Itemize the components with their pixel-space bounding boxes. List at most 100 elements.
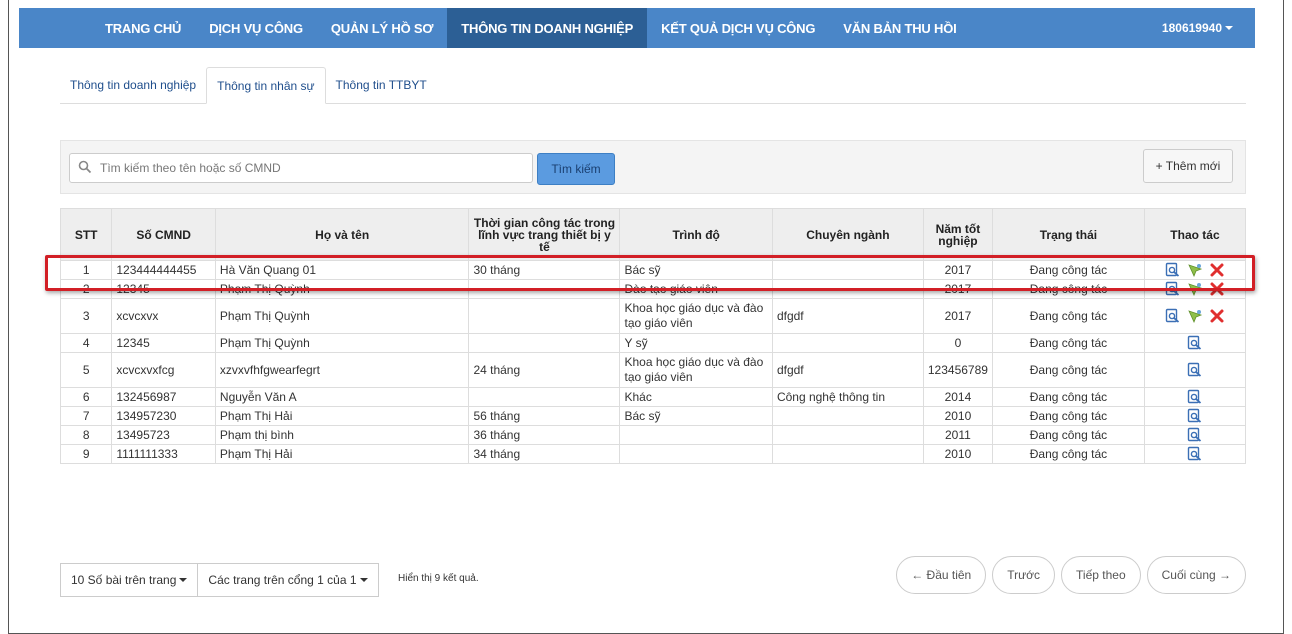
edit-icon[interactable]	[1187, 262, 1203, 278]
paging-controls: 10 Số bài trên trang Các trang trên cổng…	[60, 563, 379, 597]
cell-name: xzvxvfhfgwearfegrt	[214, 352, 470, 388]
cell-name: Nguyễn Văn A	[214, 387, 470, 407]
cell-actions	[1143, 387, 1247, 407]
cell-cmnd: xcvcxvxfcg	[111, 352, 216, 388]
col-header-name[interactable]: Họ và tên	[214, 208, 470, 261]
top-nav: TRANG CHỦ DỊCH VỤ CÔNG QUẢN LÝ HỒ SƠ THÔ…	[19, 8, 1255, 48]
cell-stt: 9	[59, 444, 113, 464]
cell-cmnd: 123444444455	[111, 260, 216, 280]
col-header-stt[interactable]: STT	[59, 208, 113, 261]
cell-level	[619, 425, 773, 445]
table-row: 3 xcvcxvx Phạm Thị Quỳnh Khoa học giáo dục …	[59, 298, 1247, 334]
cell-major	[771, 260, 924, 280]
cell-cmnd: xcvcxvx	[111, 298, 216, 334]
tab-personnel-info[interactable]: Thông tin nhân sự	[206, 67, 326, 104]
cell-grad-year: 2011	[922, 425, 993, 445]
cell-work-time: 24 tháng	[468, 352, 621, 388]
cell-name: Hà Văn Quang 01	[214, 260, 470, 280]
delete-icon[interactable]	[1209, 281, 1225, 297]
page-select[interactable]: Các trang trên cổng 1 của 1	[198, 563, 379, 597]
cell-major	[771, 406, 924, 426]
first-page-button[interactable]: ← Đầu tiên	[896, 556, 987, 594]
cell-grad-year: 2017	[922, 279, 993, 299]
cell-grad-year: 123456789	[922, 352, 993, 388]
cell-grad-year: 2010	[922, 406, 993, 426]
view-details-icon[interactable]	[1165, 308, 1181, 324]
col-header-work-time[interactable]: Thời gian công tác trong lĩnh vực trang …	[468, 208, 621, 261]
view-details-icon[interactable]	[1165, 262, 1181, 278]
cell-status: Đang công tác	[991, 406, 1145, 426]
table-row: 1 123444444455 Hà Văn Quang 01 30 tháng Bác …	[59, 260, 1247, 280]
cell-work-time	[468, 387, 621, 407]
row-actions	[1149, 362, 1241, 378]
cell-cmnd: 12345	[111, 279, 216, 299]
cell-major	[771, 279, 924, 299]
view-details-icon[interactable]	[1187, 427, 1203, 443]
cell-name: Phạm Thị Quỳnh	[214, 298, 470, 334]
cell-status: Đang công tác	[991, 298, 1145, 334]
cell-grad-year: 0	[922, 333, 993, 353]
view-details-icon[interactable]	[1165, 281, 1181, 297]
edit-icon[interactable]	[1187, 308, 1203, 324]
cell-cmnd: 13495723	[111, 425, 216, 445]
cell-name: Phạm Thị Hải	[214, 406, 470, 426]
col-header-status[interactable]: Trạng thái	[991, 208, 1145, 261]
chevron-down-icon	[1225, 26, 1233, 30]
cell-status: Đang công tác	[991, 425, 1145, 445]
search-icon	[78, 160, 94, 176]
cell-level: Khoa học giáo dục và đào tạo giáo viên	[619, 352, 773, 388]
tab-business-info[interactable]: Thông tin doanh nghiệp	[60, 67, 206, 103]
cell-stt: 8	[59, 425, 113, 445]
cell-grad-year: 2017	[922, 298, 993, 334]
cell-actions	[1143, 260, 1247, 280]
cell-actions	[1143, 425, 1247, 445]
nav-public-services[interactable]: DỊCH VỤ CÔNG	[195, 8, 317, 48]
search-button[interactable]: Tìm kiếm	[537, 153, 615, 185]
view-details-icon[interactable]	[1187, 362, 1203, 378]
cell-major	[771, 425, 924, 445]
view-details-icon[interactable]	[1187, 408, 1203, 424]
view-details-icon[interactable]	[1187, 446, 1203, 462]
nav-records[interactable]: QUẢN LÝ HỒ SƠ	[317, 8, 447, 48]
tab-equipment-info[interactable]: Thông tin TTBYT	[326, 67, 437, 103]
col-header-major[interactable]: Chuyên ngành	[771, 208, 924, 261]
page-size-select[interactable]: 10 Số bài trên trang	[60, 563, 199, 597]
prev-page-button[interactable]: Trước	[992, 556, 1056, 594]
view-details-icon[interactable]	[1187, 335, 1203, 351]
search-input[interactable]	[100, 161, 520, 175]
col-header-level[interactable]: Trình độ	[619, 208, 773, 261]
row-actions	[1149, 446, 1241, 462]
cell-stt: 6	[59, 387, 113, 407]
cell-grad-year: 2010	[922, 444, 993, 464]
cell-stt: 1	[59, 260, 113, 280]
personnel-table: STT Số CMND Họ và tên Thời gian công tác…	[59, 208, 1247, 464]
delete-icon[interactable]	[1209, 308, 1225, 324]
cell-stt: 2	[59, 279, 113, 299]
last-page-button[interactable]: Cuối cùng →	[1146, 556, 1246, 594]
nav-service-results[interactable]: KẾT QUẢ DỊCH VỤ CÔNG	[647, 8, 829, 48]
row-actions	[1149, 408, 1241, 424]
cell-work-time: 56 tháng	[468, 406, 621, 426]
view-details-icon[interactable]	[1187, 389, 1203, 405]
row-actions	[1149, 281, 1241, 297]
info-tabs: Thông tin doanh nghiệp Thông tin nhân sự…	[60, 67, 1246, 104]
next-page-button[interactable]: Tiếp theo	[1061, 556, 1141, 594]
page-size-label: 10 Số bài trên trang	[71, 573, 177, 587]
nav-business-info[interactable]: THÔNG TIN DOANH NGHIỆP	[447, 8, 648, 48]
cell-level	[619, 444, 773, 464]
add-new-button[interactable]: + Thêm mới	[1143, 149, 1233, 183]
nav-revoked-docs[interactable]: VĂN BẢN THU HỒI	[829, 8, 970, 48]
col-header-cmnd[interactable]: Số CMND	[111, 208, 216, 261]
edit-icon[interactable]	[1187, 281, 1203, 297]
delete-icon[interactable]	[1209, 262, 1225, 278]
cell-level: Đào tạo giáo viên	[619, 279, 773, 299]
cell-status: Đang công tác	[991, 387, 1145, 407]
nav-home[interactable]: TRANG CHỦ	[91, 8, 195, 48]
col-header-grad-year[interactable]: Năm tốt nghiệp	[922, 208, 993, 261]
cell-status: Đang công tác	[991, 279, 1145, 299]
cell-status: Đang công tác	[991, 333, 1145, 353]
cell-level: Bác sỹ	[619, 406, 773, 426]
user-menu[interactable]: 180619940	[1162, 8, 1233, 48]
cell-work-time	[468, 298, 621, 334]
